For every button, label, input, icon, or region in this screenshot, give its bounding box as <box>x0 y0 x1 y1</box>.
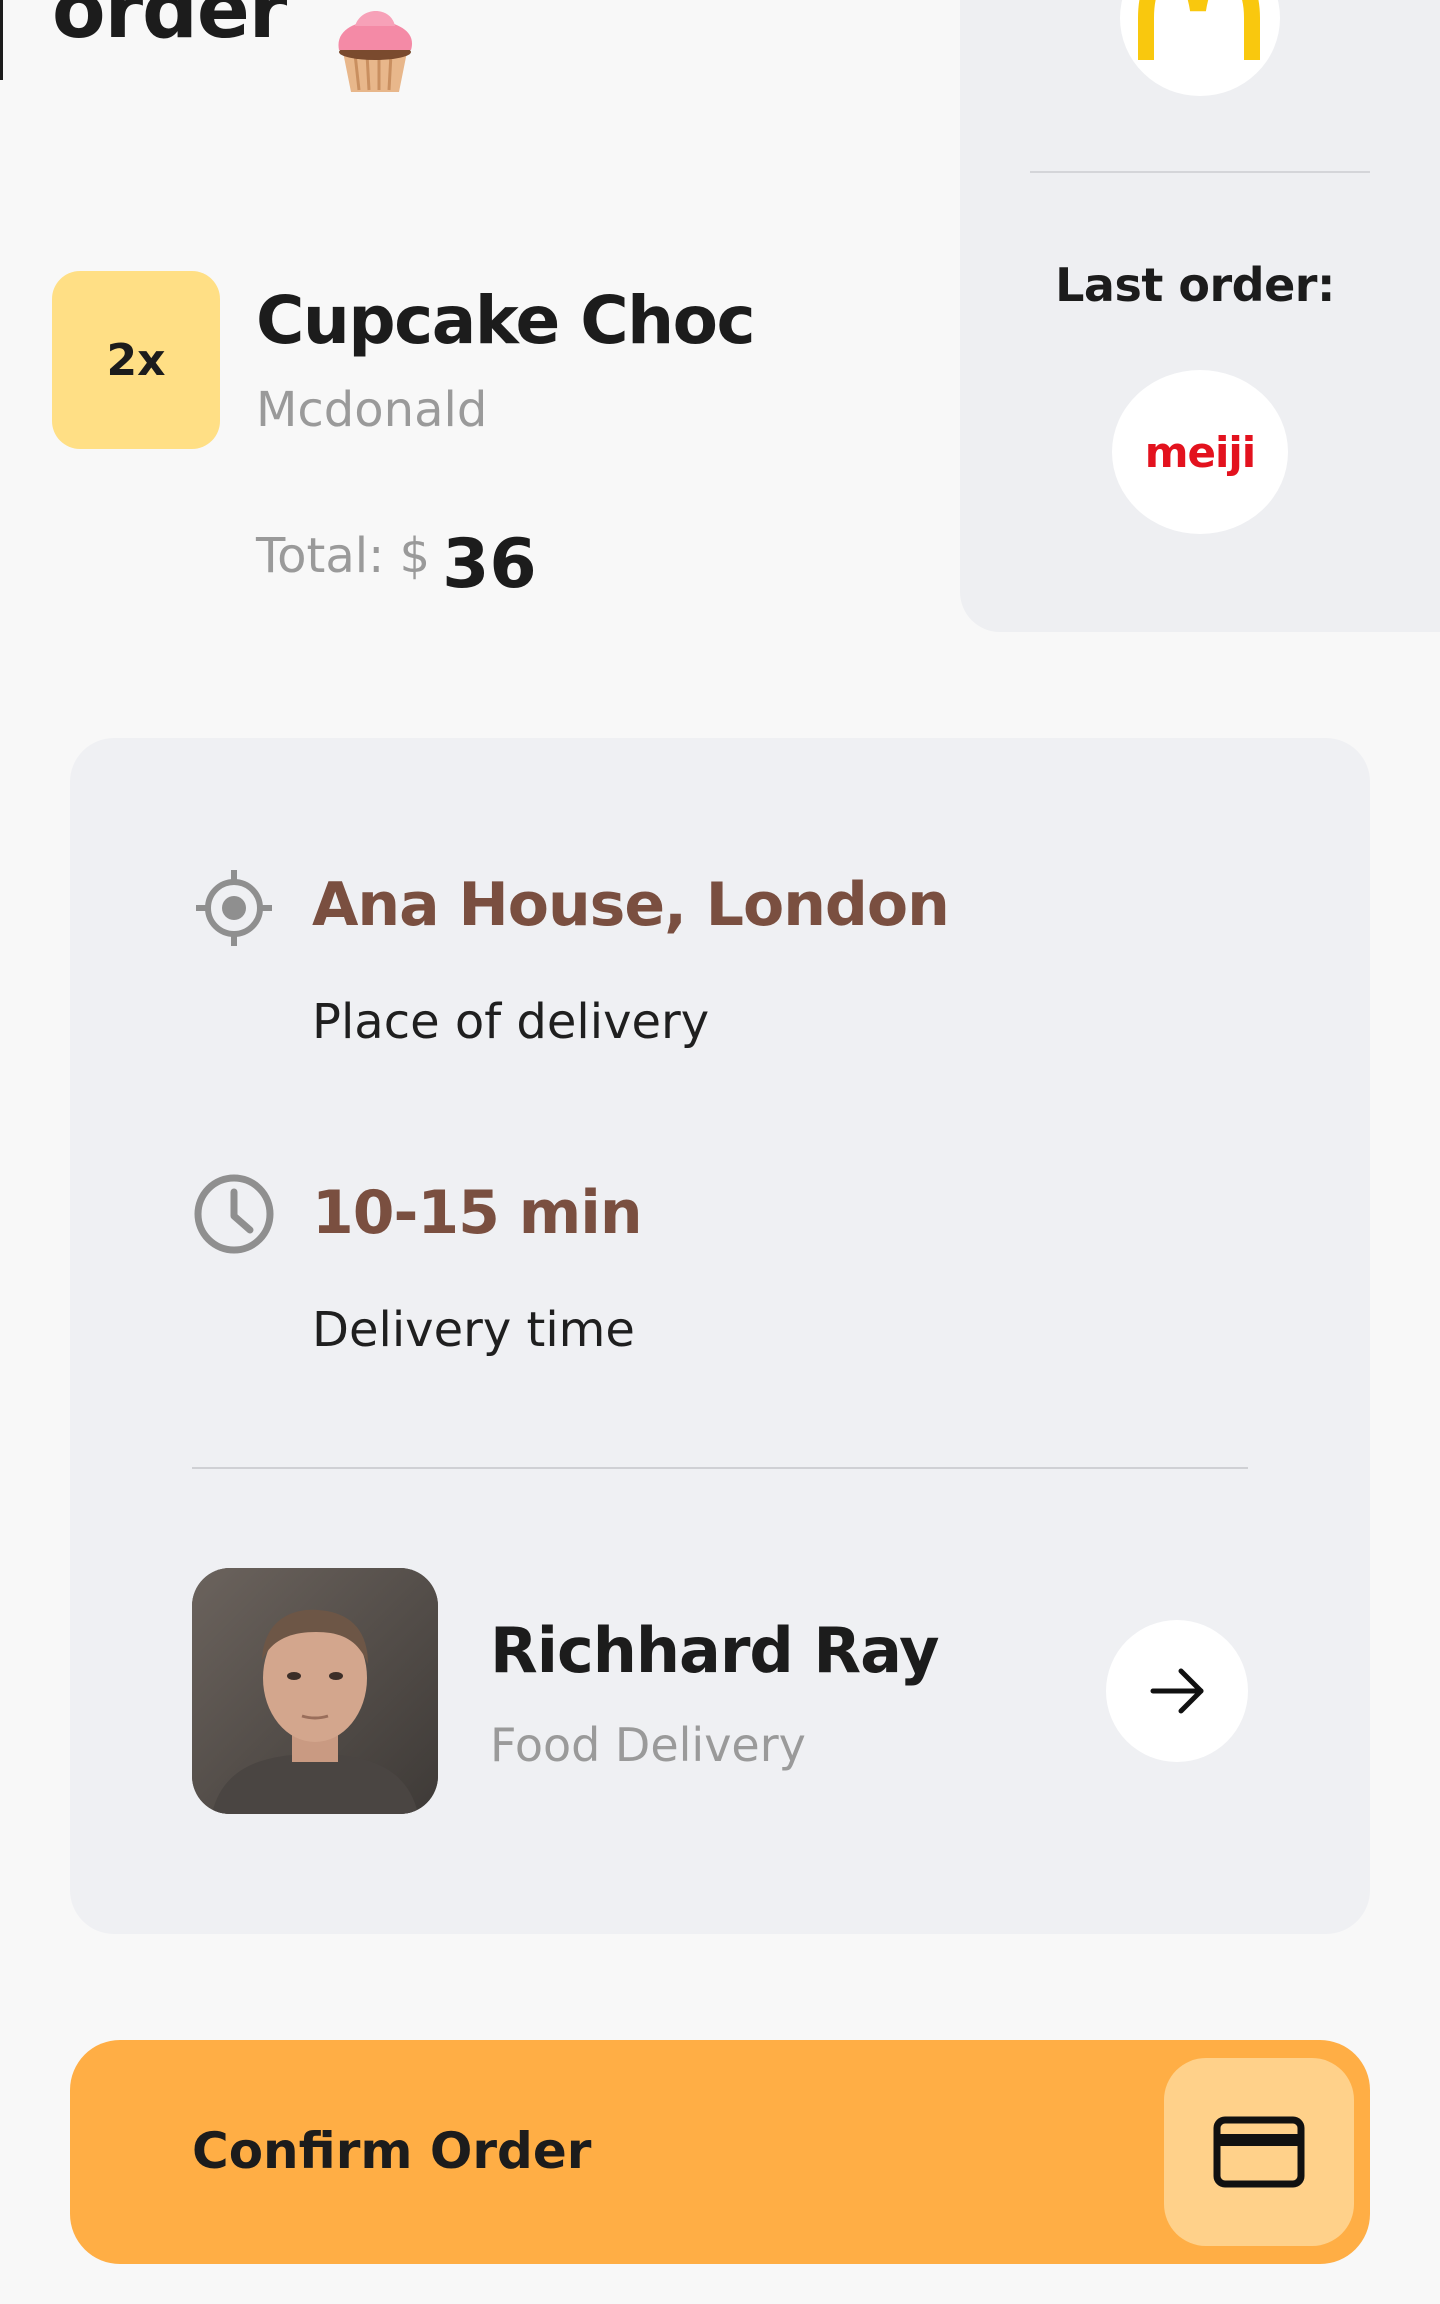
delivery-place-sub: Place of delivery <box>312 994 710 1050</box>
confirm-order-label: Confirm Order <box>192 2122 592 2180</box>
page-title: order <box>52 0 287 56</box>
last-order-label: Last order: <box>1055 258 1335 312</box>
courier-details-button[interactable] <box>1106 1620 1248 1762</box>
cupcake-icon <box>338 11 413 92</box>
delivery-place-title: Ana House, London <box>312 870 950 940</box>
total-row: Total: $ 36 <box>256 525 537 604</box>
quantity-badge: 2x <box>52 271 220 449</box>
credit-card-icon <box>1213 2116 1305 2188</box>
item-name: Cupcake Choc <box>256 282 756 359</box>
card-divider <box>192 1467 1248 1469</box>
left-edge-line <box>0 0 3 80</box>
delivery-time-title: 10-15 min <box>312 1178 643 1248</box>
total-value: 36 <box>442 525 537 604</box>
payment-card-button[interactable] <box>1164 2058 1354 2246</box>
total-label: Total: $ <box>256 528 431 584</box>
delivery-time-sub: Delivery time <box>312 1302 635 1358</box>
side-divider <box>1030 171 1370 173</box>
clock-icon <box>194 1174 274 1254</box>
location-target-icon <box>196 870 272 946</box>
meiji-logo-text: meiji <box>1144 427 1256 477</box>
item-brand: Mcdonald <box>256 382 488 438</box>
meiji-logo[interactable]: meiji <box>1112 370 1288 534</box>
courier-avatar <box>192 1568 438 1814</box>
arrow-right-icon <box>1150 1668 1204 1714</box>
courier-name: Richhard Ray <box>490 1614 939 1687</box>
courier-role: Food Delivery <box>490 1718 806 1772</box>
confirm-order-button[interactable]: Confirm Order <box>70 2040 1370 2264</box>
